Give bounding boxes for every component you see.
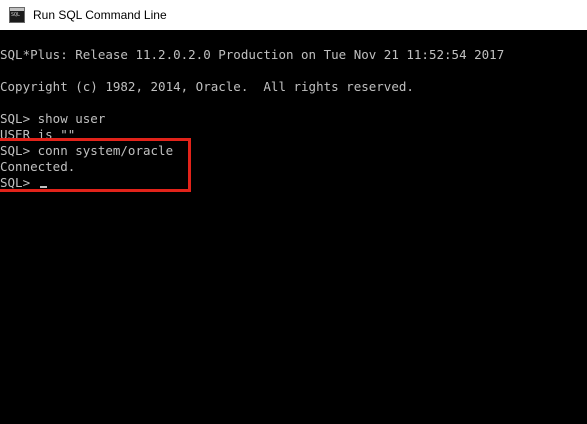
title-bar[interactable]: SQL Run SQL Command Line: [0, 0, 587, 30]
console-line-show-user: SQL> show user: [0, 111, 106, 126]
highlight-annotation-box: [0, 138, 191, 192]
sqlplus-app-icon[interactable]: SQL: [9, 7, 25, 23]
app-icon-text: SQL: [11, 12, 21, 18]
console-line-banner: SQL*Plus: Release 11.2.0.2.0 Production …: [0, 47, 505, 62]
console-output[interactable]: SQL*Plus: Release 11.2.0.2.0 Production …: [0, 30, 587, 424]
window-title: Run SQL Command Line: [33, 8, 167, 22]
console-line-copyright: Copyright (c) 1982, 2014, Oracle. All ri…: [0, 79, 414, 94]
sql-command-line-window: SQL Run SQL Command Line SQL*Plus: Relea…: [0, 0, 587, 424]
